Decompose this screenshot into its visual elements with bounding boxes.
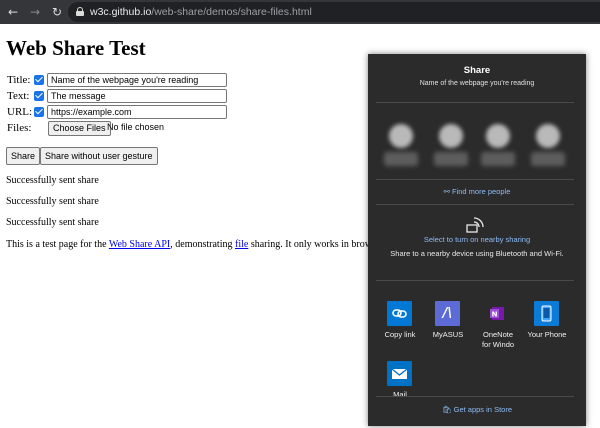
page-heading: Web Share Test [6, 36, 146, 60]
url-text[interactable]: w3c.github.io/web-share/demos/share-file… [90, 2, 312, 22]
store-label: Get apps in Store [453, 405, 512, 414]
find-more-people-label: Find more people [452, 187, 511, 196]
svg-text:N: N [492, 311, 498, 319]
url-label: URL: [7, 106, 33, 118]
files-label: Files: [7, 122, 32, 134]
description-text: This is a test page for the [6, 239, 109, 250]
app-name: Copy link [384, 330, 416, 339]
nearby-sharing-icon [466, 217, 484, 233]
description-text: sharing. It only works in brow [248, 239, 372, 250]
text-checkbox[interactable] [34, 91, 44, 101]
share-without-gesture-button[interactable]: Share without user gesture [40, 147, 158, 165]
divider [376, 204, 574, 205]
app-name: OneNote for Windo [481, 330, 515, 349]
divider [376, 280, 574, 281]
share-dialog: Share Name of the webpage you're reading… [368, 54, 586, 426]
reload-icon[interactable]: ↻ [48, 3, 66, 21]
contact-avatar [439, 124, 463, 148]
web-share-api-link[interactable]: Web Share API [109, 239, 170, 250]
share-subtitle: Name of the webpage you're reading [419, 80, 535, 87]
link-icon [387, 301, 412, 326]
contact-name [384, 152, 418, 166]
contact-name [531, 152, 565, 166]
no-file-text: No file chosen [107, 122, 165, 132]
status-line: Successfully sent share [6, 196, 99, 207]
people-icon: ⚯ [443, 187, 450, 196]
app-myasus[interactable]: /\ MyASUS [426, 301, 470, 349]
contact-name [481, 152, 515, 166]
browser-toolbar: ← → ↻ w3c.github.io/web-share/demos/shar… [0, 0, 600, 24]
forward-arrow-icon[interactable]: → [26, 3, 44, 21]
contact-suggestion[interactable] [434, 124, 468, 168]
url-input[interactable]: https://example.com [47, 105, 227, 119]
title-label: Title: [7, 74, 31, 86]
contact-suggestion[interactable] [531, 124, 565, 168]
phone-icon [534, 301, 559, 326]
contact-avatar [536, 124, 560, 148]
divider [376, 102, 574, 103]
text-label: Text: [7, 90, 30, 102]
nearby-sharing-description: Share to a nearby device using Bluetooth… [390, 249, 564, 258]
app-name: MyASUS [432, 330, 464, 339]
url-checkbox[interactable] [34, 107, 44, 117]
url-host: w3c.github.io [90, 6, 152, 18]
back-arrow-icon[interactable]: ← [4, 3, 22, 21]
choose-files-button[interactable]: Choose Files [48, 121, 111, 136]
get-apps-in-store-link[interactable]: 🛍 Get apps in Store [368, 405, 586, 414]
lock-icon [76, 7, 84, 16]
nearby-sharing-link[interactable]: Select to turn on nearby sharing [368, 235, 586, 244]
app-name: Mail [393, 390, 407, 399]
address-bar[interactable]: w3c.github.io/web-share/demos/share-file… [68, 2, 600, 22]
divider [376, 396, 574, 397]
share-title: Share [463, 65, 491, 76]
find-more-people-link[interactable]: ⚯ Find more people [368, 187, 586, 196]
url-path: /web-share/demos/share-files.html [151, 6, 312, 18]
status-line: Successfully sent share [6, 217, 99, 228]
app-mail[interactable]: Mail [378, 361, 422, 409]
title-input[interactable]: Name of the webpage you're reading [47, 73, 227, 87]
mail-icon [387, 361, 412, 386]
app-name: Your Phone [527, 330, 567, 339]
share-button[interactable]: Share [6, 147, 41, 165]
contact-suggestion[interactable] [384, 124, 418, 168]
status-line: Successfully sent share [6, 175, 99, 186]
description: This is a test page for the Web Share AP… [6, 239, 372, 250]
title-checkbox[interactable] [34, 75, 44, 85]
divider [376, 179, 574, 180]
myasus-icon: /\ [435, 301, 460, 326]
description-text: , demonstrating [170, 239, 235, 250]
file-link[interactable]: file [235, 239, 248, 250]
text-input[interactable]: The message [47, 89, 227, 103]
onenote-icon: N [485, 301, 510, 326]
app-copy-link[interactable]: Copy link [378, 301, 422, 349]
store-icon: 🛍 [442, 405, 452, 414]
contact-avatar [486, 124, 510, 148]
app-your-phone[interactable]: Your Phone [525, 301, 569, 349]
contact-name [434, 152, 468, 166]
app-onenote[interactable]: N OneNote for Windo [476, 301, 520, 349]
contact-suggestion[interactable] [481, 124, 515, 168]
contact-avatar [389, 124, 413, 148]
